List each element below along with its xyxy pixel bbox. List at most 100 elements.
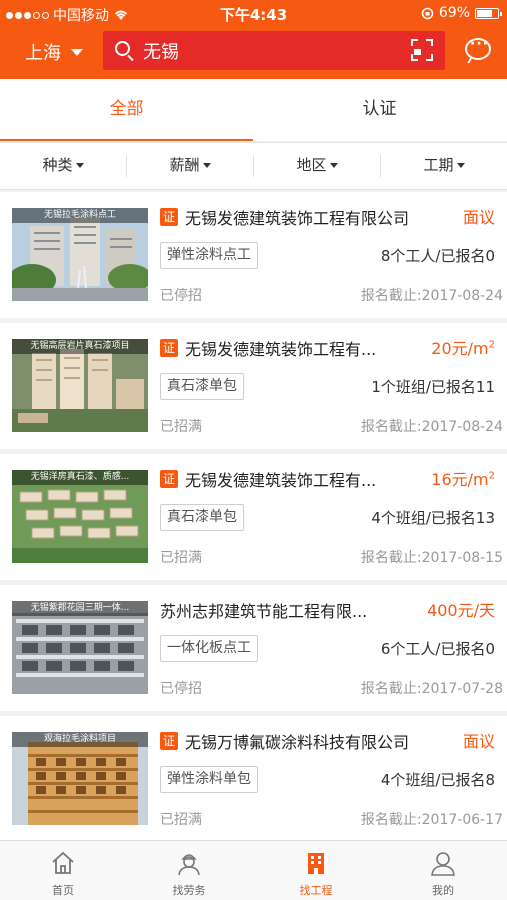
price: 400元/天 [427, 597, 495, 621]
job-tag: 弹性涂料点工 [160, 242, 258, 269]
caret-down-icon [71, 48, 83, 56]
price: 20元/m2 [431, 335, 495, 359]
app-root: 中国移动 下午4:43 69% 上海 无锡 全部 认证 [0, 0, 507, 900]
certified-badge: 证 [160, 470, 178, 488]
price-value: 16元/m [431, 470, 489, 489]
signup-deadline: 报名截止:2017-06-17 [360, 812, 503, 828]
certified-badge: 证 [160, 732, 178, 750]
tab-find-project[interactable]: 找工程 [253, 841, 379, 900]
filter-type[interactable]: 种类 [0, 143, 126, 189]
price-superscript: 2 [488, 470, 495, 482]
tab-me-label: 我的 [432, 884, 454, 897]
filter-salary[interactable]: 薪酬 [127, 143, 253, 189]
price-value: 面议 [462, 732, 495, 751]
person-icon [431, 852, 455, 876]
certified-badge: 证 [160, 339, 178, 357]
filter-bar: 种类 薪酬 地区 工期 [0, 142, 507, 190]
recruit-status: 已停招 [160, 681, 202, 697]
recruit-status: 已停招 [160, 288, 202, 304]
caret-down-icon [75, 163, 84, 168]
signup-deadline: 报名截止:2017-08-15 [360, 550, 503, 566]
company-name: 无锡万博氟碳涂料科技有限公司 [185, 733, 410, 752]
signup-deadline: 报名截止:2017-07-28 [360, 681, 503, 697]
price-value: 面议 [462, 208, 495, 227]
company-name: 无锡发德建筑装饰工程有... [185, 471, 377, 490]
filter-duration[interactable]: 工期 [381, 143, 507, 189]
tab-certified[interactable]: 认证 [253, 79, 506, 141]
status-right: 69% [421, 5, 502, 21]
rotation-lock-icon [421, 7, 434, 19]
signup-deadline: 报名截止:2017-08-24 [360, 288, 503, 304]
price: 面议 [463, 728, 495, 752]
top-bar: 中国移动 下午4:43 69% 上海 无锡 [0, 0, 507, 79]
list-item[interactable]: 无锡拉毛涂料点工 证 无锡发德建筑装饰工程有限公司 面议 弹性涂料点工 8个工人… [0, 192, 507, 318]
recruit-status: 已招满 [160, 419, 202, 435]
tab-bar-top: 全部 认证 [0, 79, 507, 141]
tab-find-labor-label: 找劳务 [172, 884, 206, 897]
job-tag: 真石漆单包 [160, 504, 244, 531]
listing-image: 无锡高层岩片真石漆项目 [12, 339, 148, 432]
price: 16元/m2 [431, 466, 495, 490]
caret-down-icon [202, 163, 211, 168]
list-item[interactable]: 无锡紫郡花园三期一体... 苏州志邦建筑节能工程有限... 400元/天 一体化… [0, 585, 507, 711]
signup-count: 4个班组/已报名13 [371, 509, 495, 527]
image-caption: 观海拉毛涂料项目 [12, 732, 148, 747]
building-icon [308, 853, 324, 874]
home-icon [52, 851, 74, 874]
price-value: 20元/m [431, 339, 489, 358]
battery-icon [475, 7, 502, 19]
city-selector[interactable]: 上海 [25, 39, 83, 65]
search-input[interactable]: 无锡 [103, 31, 445, 70]
listing-image: 无锡洋房真石漆、质感... [12, 470, 148, 563]
job-tag: 真石漆单包 [160, 373, 244, 400]
filter-region[interactable]: 地区 [254, 143, 380, 189]
search-value: 无锡 [143, 42, 179, 63]
scan-icon[interactable] [411, 39, 433, 61]
header: 上海 无锡 [0, 28, 507, 79]
list-item[interactable]: 观海拉毛涂料项目 证 无锡万博氟碳涂料科技有限公司 面议 弹性涂料单包 4个班组… [0, 716, 507, 840]
listing-image: 无锡拉毛涂料点工 [12, 208, 148, 301]
listing-image: 无锡紫郡花园三期一体... [12, 601, 148, 694]
list-item[interactable]: 无锡洋房真石漆、质感... 证 无锡发德建筑装饰工程有... 16元/m2 真石… [0, 454, 507, 580]
signup-count: 8个工人/已报名0 [380, 247, 495, 265]
company-name: 苏州志邦建筑节能工程有限... [160, 602, 368, 621]
signup-count: 4个班组/已报名8 [380, 771, 495, 789]
image-caption: 无锡紫郡花园三期一体... [12, 601, 148, 616]
company-name: 无锡发德建筑装饰工程有... [185, 340, 377, 359]
filter-region-label: 地区 [296, 156, 327, 174]
signup-count: 6个工人/已报名0 [380, 640, 495, 658]
filter-duration-label: 工期 [423, 156, 454, 174]
recruit-status: 已招满 [160, 550, 202, 566]
image-caption: 无锡拉毛涂料点工 [12, 208, 148, 223]
tab-all[interactable]: 全部 [0, 79, 253, 141]
signup-count: 1个班组/已报名11 [371, 378, 495, 396]
list-item[interactable]: 无锡高层岩片真石漆项目 证 无锡发德建筑装饰工程有... 20元/m2 真石漆单… [0, 323, 507, 449]
city-label: 上海 [25, 43, 61, 64]
tab-home-label: 首页 [52, 884, 74, 897]
message-icon[interactable] [465, 36, 491, 60]
caret-down-icon [329, 163, 338, 168]
tab-find-project-label: 找工程 [299, 884, 333, 897]
tab-home[interactable]: 首页 [0, 841, 126, 900]
price: 面议 [463, 204, 495, 228]
company-name: 无锡发德建筑装饰工程有限公司 [185, 209, 410, 228]
tab-find-labor[interactable]: 找劳务 [126, 841, 252, 900]
job-tag: 弹性涂料单包 [160, 766, 258, 793]
caret-down-icon [456, 163, 465, 168]
price-value: 400元/天 [427, 601, 495, 620]
filter-salary-label: 薪酬 [169, 156, 200, 174]
bottom-tab-bar: 首页 找劳务 找工程 我的 [0, 840, 507, 900]
listing-list[interactable]: 无锡拉毛涂料点工 证 无锡发德建筑装饰工程有限公司 面议 弹性涂料点工 8个工人… [0, 192, 507, 840]
certified-badge: 证 [160, 208, 178, 226]
signup-deadline: 报名截止:2017-08-24 [360, 419, 503, 435]
image-caption: 无锡高层岩片真石漆项目 [12, 339, 148, 354]
battery-percent: 69% [438, 5, 470, 21]
job-tag: 一体化板点工 [160, 635, 258, 662]
price-superscript: 2 [488, 339, 495, 351]
listing-image: 观海拉毛涂料项目 [12, 732, 148, 825]
status-bar: 中国移动 下午4:43 69% [0, 0, 507, 28]
search-icon [115, 41, 130, 56]
image-caption: 无锡洋房真石漆、质感... [12, 470, 148, 485]
tab-me[interactable]: 我的 [380, 841, 506, 900]
recruit-status: 已招满 [160, 812, 202, 828]
